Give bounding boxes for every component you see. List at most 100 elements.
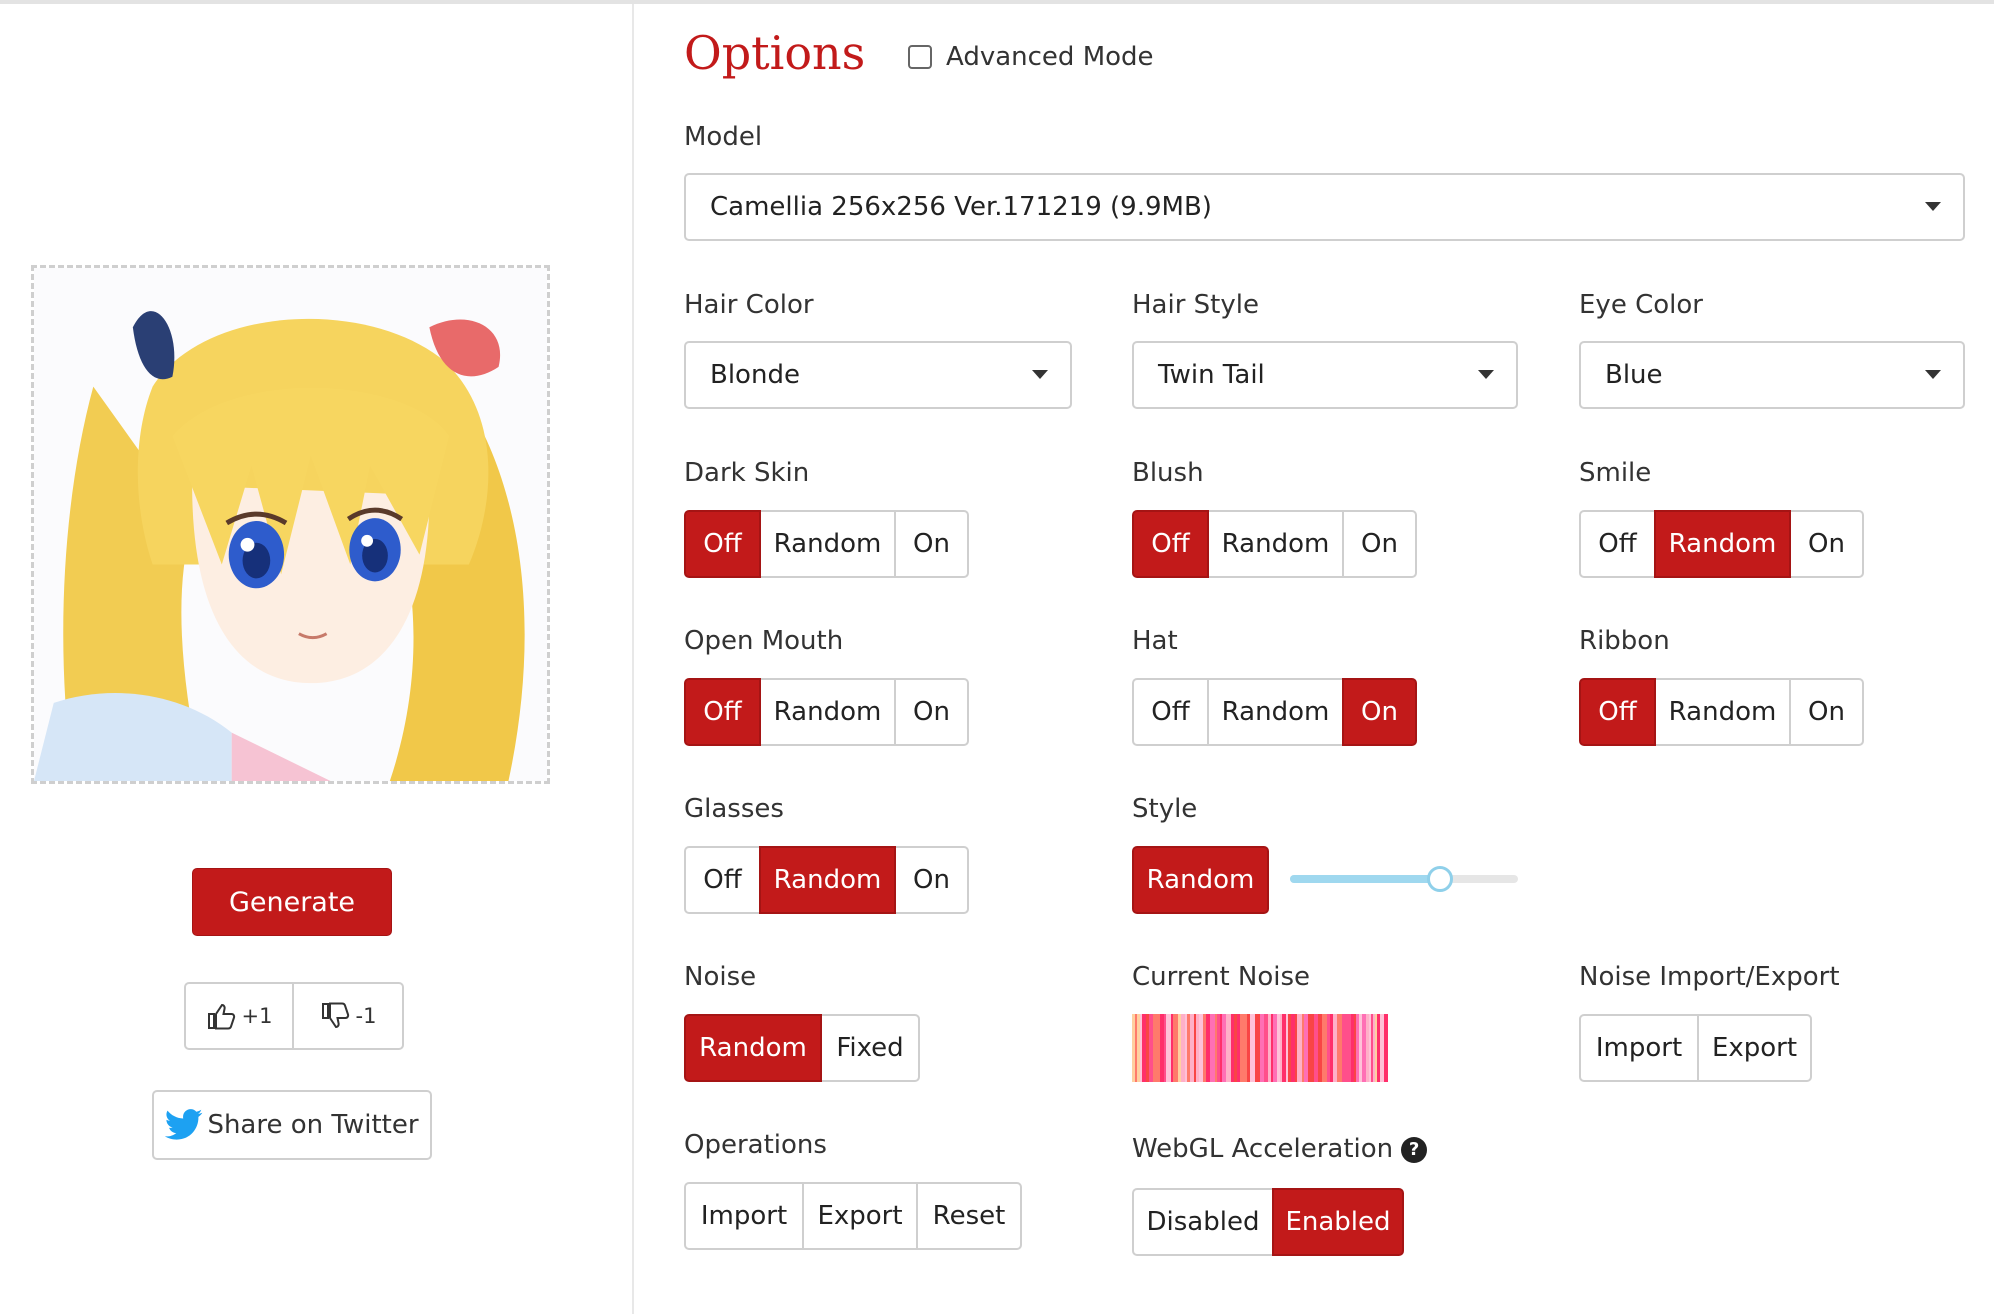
generate-button[interactable]: Generate [192, 868, 392, 936]
dark-skin-on-button[interactable]: On [894, 510, 969, 578]
noise-stripe [1217, 1014, 1220, 1082]
eye-color-select[interactable]: Blue [1579, 341, 1965, 409]
noise-stripe [1140, 1014, 1142, 1082]
operations-export-button[interactable]: Export [802, 1182, 918, 1250]
noise-stripe [1142, 1014, 1146, 1082]
noise-stripe [1222, 1014, 1226, 1082]
noise-stripe [1302, 1014, 1304, 1082]
glasses-off-button[interactable]: Off [684, 846, 761, 914]
advanced-mode-toggle[interactable]: Advanced Mode [908, 42, 1154, 72]
noise-stripe [1196, 1014, 1199, 1082]
hat-random-button[interactable]: Random [1207, 678, 1344, 746]
options-title: Options [684, 26, 866, 80]
style-slider-thumb[interactable] [1427, 866, 1454, 892]
webgl-enabled-button[interactable]: Enabled [1272, 1188, 1404, 1256]
hair-color-label: Hair Color [684, 290, 814, 320]
style-slider[interactable] [1290, 866, 1518, 892]
noise-stripe [1308, 1014, 1312, 1082]
operations-reset-button[interactable]: Reset [916, 1182, 1022, 1250]
noise-stripe [1187, 1014, 1190, 1082]
noise-stripe [1231, 1014, 1234, 1082]
noise-stripe [1206, 1014, 1210, 1082]
noise-random-button[interactable]: Random [684, 1014, 822, 1082]
noise-stripe [1215, 1014, 1217, 1082]
upvote-label: +1 [241, 1004, 273, 1028]
noise-stripe [1384, 1014, 1388, 1082]
hat-off-button[interactable]: Off [1132, 678, 1209, 746]
noise-stripe [1337, 1014, 1342, 1082]
open-mouth-on-button[interactable]: On [894, 678, 969, 746]
hair-color-select[interactable]: Blonde [684, 341, 1072, 409]
noise-stripe [1316, 1014, 1318, 1082]
smile-on-button[interactable]: On [1789, 510, 1864, 578]
noise-fixed-button[interactable]: Fixed [820, 1014, 920, 1082]
noise-stripe [1318, 1014, 1322, 1082]
noise-stripe [1153, 1014, 1156, 1082]
dark-skin-off-button[interactable]: Off [684, 510, 761, 578]
noise-stripe [1354, 1014, 1356, 1082]
webgl-disabled-button[interactable]: Disabled [1132, 1188, 1274, 1256]
noise-stripe [1240, 1014, 1243, 1082]
style-random-button[interactable]: Random [1132, 846, 1269, 914]
style-label: Style [1132, 794, 1198, 824]
open-mouth-random-button[interactable]: Random [759, 678, 896, 746]
noise-export-button[interactable]: Export [1697, 1014, 1812, 1082]
blush-random-button[interactable]: Random [1207, 510, 1344, 578]
thumbs-down-icon [321, 1002, 349, 1029]
model-select[interactable]: Camellia 256x256 Ver.171219 (9.9MB) [684, 173, 1965, 241]
noise-stripe [1234, 1014, 1237, 1082]
dark-skin-random-button[interactable]: Random [759, 510, 896, 578]
noise-stripe [1137, 1014, 1140, 1082]
noise-import-button[interactable]: Import [1579, 1014, 1699, 1082]
smile-toggle-group: Off Random On [1579, 510, 1864, 578]
share-on-twitter-button[interactable]: Share on Twitter [152, 1090, 432, 1160]
ribbon-random-button[interactable]: Random [1654, 678, 1791, 746]
ribbon-on-button[interactable]: On [1789, 678, 1864, 746]
current-noise-visualization [1132, 1014, 1388, 1082]
twitter-bird-icon [165, 1109, 203, 1140]
glasses-on-button[interactable]: On [894, 846, 969, 914]
noise-stripe [1220, 1014, 1222, 1082]
ribbon-off-button[interactable]: Off [1579, 678, 1656, 746]
eye-color-label: Eye Color [1579, 290, 1703, 320]
downvote-button[interactable]: -1 [294, 982, 404, 1050]
noise-stripe [1156, 1014, 1160, 1082]
noise-stripe [1178, 1014, 1181, 1082]
noise-stripe [1185, 1014, 1187, 1082]
blush-off-button[interactable]: Off [1132, 510, 1209, 578]
help-icon[interactable]: ? [1401, 1136, 1428, 1163]
noise-stripe [1377, 1014, 1380, 1082]
hair-style-select[interactable]: Twin Tail [1132, 341, 1518, 409]
smile-random-button[interactable]: Random [1654, 510, 1791, 578]
noise-import-export-label: Noise Import/Export [1579, 962, 1840, 992]
noise-stripe [1373, 1014, 1375, 1082]
glasses-label: Glasses [684, 794, 784, 824]
noise-stripe [1304, 1014, 1308, 1082]
noise-stripe [1286, 1014, 1288, 1082]
ribbon-label: Ribbon [1579, 626, 1670, 656]
downvote-label: -1 [355, 1004, 377, 1028]
smile-off-button[interactable]: Off [1579, 510, 1656, 578]
glasses-random-button[interactable]: Random [759, 846, 896, 914]
style-slider-fill [1290, 875, 1441, 883]
noise-stripe [1201, 1014, 1203, 1082]
open-mouth-label: Open Mouth [684, 626, 844, 656]
open-mouth-off-button[interactable]: Off [684, 678, 761, 746]
upvote-button[interactable]: +1 [184, 982, 294, 1050]
blush-on-button[interactable]: On [1342, 510, 1417, 578]
generated-avatar-image [31, 265, 550, 784]
hat-on-button[interactable]: On [1342, 678, 1417, 746]
noise-stripe [1194, 1014, 1196, 1082]
style-control: Random [1132, 846, 1269, 914]
noise-stripe [1314, 1014, 1316, 1082]
eye-color-value: Blue [1605, 360, 1663, 390]
noise-stripe [1243, 1014, 1247, 1082]
share-label: Share on Twitter [207, 1110, 419, 1140]
advanced-mode-checkbox[interactable] [908, 45, 932, 69]
noise-stripe [1199, 1014, 1201, 1082]
noise-stripe [1330, 1014, 1333, 1082]
noise-stripe [1149, 1014, 1153, 1082]
operations-import-button[interactable]: Import [684, 1182, 804, 1250]
ribbon-toggle-group: Off Random On [1579, 678, 1864, 746]
webgl-toggle-group: Disabled Enabled [1132, 1188, 1404, 1256]
